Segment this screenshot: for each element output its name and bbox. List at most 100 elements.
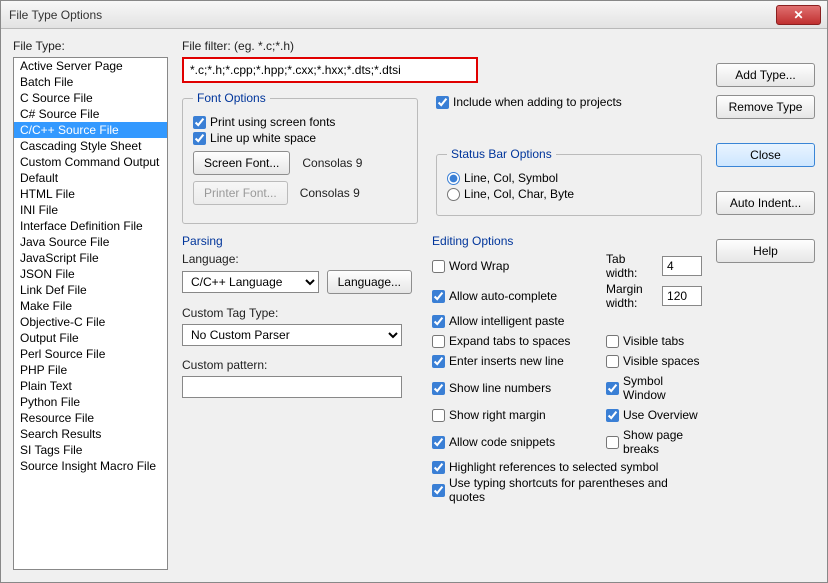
file-type-item[interactable]: INI File [14, 202, 167, 218]
printer-font-value: Consolas 9 [300, 186, 360, 200]
file-filter-block: File filter: (eg. *.c;*.h) [182, 39, 702, 83]
add-type-button[interactable]: Add Type... [716, 63, 815, 87]
right-margin-check[interactable]: Show right margin [432, 408, 602, 422]
screen-font-button[interactable]: Screen Font... [193, 151, 290, 175]
file-type-item[interactable]: Cascading Style Sheet [14, 138, 167, 154]
file-type-item[interactable]: Plain Text [14, 378, 167, 394]
file-type-item[interactable]: Source Insight Macro File [14, 458, 167, 474]
custom-tag-select[interactable]: No Custom Parser [182, 324, 402, 346]
custom-pattern-input[interactable] [182, 376, 402, 398]
visible-spaces-check[interactable]: Visible spaces [606, 354, 702, 368]
file-type-item[interactable]: Python File [14, 394, 167, 410]
lower-row: Parsing Language: C/C++ Language Languag… [182, 232, 702, 506]
visible-tabs-check[interactable]: Visible tabs [606, 334, 702, 348]
auto-indent-button[interactable]: Auto Indent... [716, 191, 815, 215]
margin-width-row: Margin width: [606, 282, 702, 310]
file-type-item[interactable]: C# Source File [14, 106, 167, 122]
editing-grid: Word Wrap Tab width: Allow auto-complete… [432, 252, 702, 458]
file-type-item[interactable]: Search Results [14, 426, 167, 442]
help-button[interactable]: Help [716, 239, 815, 263]
code-snippets-check[interactable]: Allow code snippets [432, 428, 602, 456]
include-projects-check[interactable]: Include when adding to projects [436, 95, 702, 109]
file-type-item[interactable]: Link Def File [14, 282, 167, 298]
font-options-group: Font Options Print using screen fonts Li… [182, 91, 418, 224]
auto-complete-check[interactable]: Allow auto-complete [432, 284, 602, 308]
file-type-item[interactable]: Make File [14, 298, 167, 314]
file-type-item[interactable]: JSON File [14, 266, 167, 282]
symbol-window-check[interactable]: Symbol Window [606, 374, 702, 402]
include-projects-label: Include when adding to projects [453, 95, 622, 109]
close-button[interactable]: Close [716, 143, 815, 167]
line-up-whitespace-checkbox[interactable] [193, 132, 206, 145]
file-type-label: File Type: [13, 39, 168, 53]
page-breaks-check[interactable]: Show page breaks [606, 428, 702, 456]
font-options-legend: Font Options [193, 91, 270, 105]
file-type-item[interactable]: C/C++ Source File [14, 122, 167, 138]
file-type-item[interactable]: Java Source File [14, 234, 167, 250]
status-opt2[interactable]: Line, Col, Char, Byte [447, 187, 691, 201]
file-type-item[interactable]: HTML File [14, 186, 167, 202]
upper-right-subcol: Include when adding to projects Status B… [436, 91, 702, 224]
custom-tag-label: Custom Tag Type: [182, 306, 412, 320]
file-type-item[interactable]: Output File [14, 330, 167, 346]
language-button[interactable]: Language... [327, 270, 412, 294]
printer-font-button: Printer Font... [193, 181, 288, 205]
editing-title: Editing Options [432, 234, 702, 248]
file-type-item[interactable]: PHP File [14, 362, 167, 378]
language-row: C/C++ Language Language... [182, 270, 412, 294]
highlight-refs-check[interactable]: Highlight references to selected symbol [432, 460, 702, 474]
custom-pattern-label: Custom pattern: [182, 358, 412, 372]
file-type-item[interactable]: Default [14, 170, 167, 186]
file-type-item[interactable]: JavaScript File [14, 250, 167, 266]
mid-upper-row: Font Options Print using screen fonts Li… [182, 91, 702, 224]
parsing-title: Parsing [182, 234, 412, 248]
screen-font-value: Consolas 9 [302, 156, 362, 170]
file-type-item[interactable]: Interface Definition File [14, 218, 167, 234]
remove-type-button[interactable]: Remove Type [716, 95, 815, 119]
tab-width-input[interactable] [662, 256, 702, 276]
status-opt1[interactable]: Line, Col, Symbol [447, 171, 691, 185]
line-up-whitespace-label: Line up white space [210, 131, 316, 145]
use-overview-check[interactable]: Use Overview [606, 408, 702, 422]
file-type-item[interactable]: Batch File [14, 74, 167, 90]
language-select[interactable]: C/C++ Language [182, 271, 319, 293]
typing-shortcuts-check[interactable]: Use typing shortcuts for parentheses and… [432, 476, 702, 504]
parsing-column: Parsing Language: C/C++ Language Languag… [182, 232, 412, 506]
margin-width-label: Margin width: [606, 282, 643, 310]
window-close-button[interactable]: ✕ [776, 5, 821, 25]
language-label: Language: [182, 252, 412, 266]
word-wrap-check[interactable]: Word Wrap [432, 254, 602, 278]
file-filter-input[interactable] [182, 57, 478, 83]
expand-tabs-check[interactable]: Expand tabs to spaces [432, 334, 602, 348]
margin-width-input[interactable] [662, 286, 702, 306]
enter-new-line-check[interactable]: Enter inserts new line [432, 354, 602, 368]
window-title: File Type Options [9, 8, 776, 22]
screen-font-row: Screen Font... Consolas 9 [193, 151, 407, 175]
print-screen-fonts-checkbox[interactable] [193, 116, 206, 129]
close-icon: ✕ [793, 8, 803, 22]
tab-width-row: Tab width: [606, 252, 702, 280]
titlebar: File Type Options ✕ [1, 1, 827, 29]
file-type-item[interactable]: Objective-C File [14, 314, 167, 330]
include-projects-checkbox[interactable] [436, 96, 449, 109]
line-numbers-check[interactable]: Show line numbers [432, 374, 602, 402]
file-type-item[interactable]: Custom Command Output [14, 154, 167, 170]
file-type-item[interactable]: Resource File [14, 410, 167, 426]
status-opt2-radio[interactable] [447, 188, 460, 201]
options-window: File Type Options ✕ File Type: Active Se… [0, 0, 828, 583]
line-up-whitespace-check[interactable]: Line up white space [193, 131, 407, 145]
print-screen-fonts-check[interactable]: Print using screen fonts [193, 115, 407, 129]
file-type-item[interactable]: Active Server Page [14, 58, 167, 74]
status-bar-legend: Status Bar Options [447, 147, 556, 161]
file-type-item[interactable]: C Source File [14, 90, 167, 106]
right-button-column: Add Type... Remove Type Close Auto Inden… [716, 39, 815, 570]
intelligent-paste-check[interactable]: Allow intelligent paste [432, 314, 602, 328]
file-type-column: File Type: Active Server PageBatch FileC… [13, 39, 168, 570]
dialog-body: File Type: Active Server PageBatch FileC… [1, 29, 827, 582]
file-filter-label: File filter: (eg. *.c;*.h) [182, 39, 702, 53]
status-opt1-radio[interactable] [447, 172, 460, 185]
file-type-list[interactable]: Active Server PageBatch FileC Source Fil… [13, 57, 168, 570]
tab-width-label: Tab width: [606, 252, 639, 280]
file-type-item[interactable]: Perl Source File [14, 346, 167, 362]
file-type-item[interactable]: SI Tags File [14, 442, 167, 458]
